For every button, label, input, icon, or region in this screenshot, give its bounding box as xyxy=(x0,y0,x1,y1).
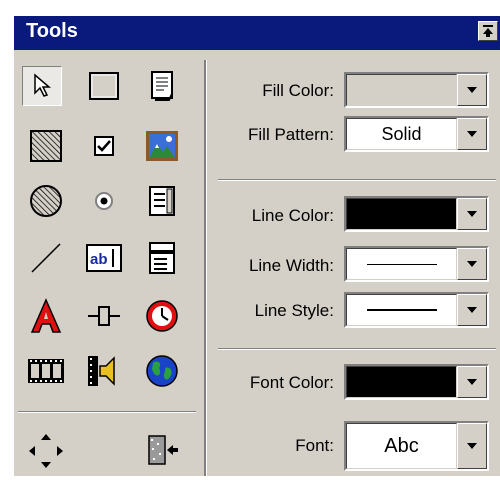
line-width-dropdown[interactable] xyxy=(344,246,489,282)
slider-icon xyxy=(88,306,120,326)
checkbox-icon xyxy=(94,136,114,156)
hatched-rectangle-tool[interactable] xyxy=(26,126,66,166)
tools-divider xyxy=(18,411,196,413)
dropdown-arrow-icon xyxy=(467,443,477,449)
globe-icon xyxy=(146,355,178,387)
checkbox-tool[interactable] xyxy=(84,126,124,166)
font-preview: Abc xyxy=(346,423,457,469)
text-field-icon: ab xyxy=(86,244,122,272)
text-field-tool[interactable]: ab xyxy=(84,238,124,278)
slider-tool[interactable] xyxy=(84,296,124,336)
line-style-dropdown-button[interactable] xyxy=(457,294,487,326)
font-label: Font: xyxy=(295,436,334,455)
dropdown-arrow-icon xyxy=(467,379,477,385)
fill-pattern-label: Fill Pattern: xyxy=(248,125,334,144)
line-font-divider xyxy=(218,348,496,350)
panel-title: Tools xyxy=(26,20,78,42)
pin-button[interactable] xyxy=(478,21,498,41)
line-style-value xyxy=(346,294,457,326)
image-tool[interactable] xyxy=(142,126,182,166)
font-dropdown-button[interactable] xyxy=(457,423,487,469)
line-style-sample xyxy=(366,309,437,311)
arrow-pointer-icon xyxy=(34,73,52,97)
speaker-film-icon xyxy=(88,356,115,386)
fill-color-label: Fill Color: xyxy=(262,81,334,100)
rectangle-tool[interactable] xyxy=(84,66,124,106)
film-tool[interactable] xyxy=(26,351,66,391)
image-icon xyxy=(146,131,178,161)
font-dropdown[interactable]: Abc xyxy=(344,421,489,471)
line-icon xyxy=(31,243,61,273)
fill-color-dropdown-button[interactable] xyxy=(457,74,487,106)
document-icon xyxy=(151,71,173,101)
hatched-circle-tool[interactable] xyxy=(26,181,66,221)
list-box-icon xyxy=(149,186,175,216)
fill-line-divider xyxy=(218,179,496,181)
fill-color-swatch xyxy=(346,74,457,106)
line-width-value xyxy=(346,248,457,280)
line-color-dropdown-button[interactable] xyxy=(457,198,487,230)
text-tool[interactable] xyxy=(26,296,66,336)
fill-pattern-value: Solid xyxy=(346,118,457,150)
combo-box-tool[interactable] xyxy=(142,238,182,278)
dropdown-arrow-icon xyxy=(467,87,477,93)
pointer-tool[interactable] xyxy=(22,66,62,106)
sound-tool[interactable] xyxy=(84,351,124,391)
line-color-swatch xyxy=(346,198,457,230)
font-color-swatch xyxy=(346,366,457,398)
line-color-dropdown[interactable] xyxy=(344,196,489,232)
font-color-label: Font Color: xyxy=(249,373,334,392)
clock-icon xyxy=(146,300,178,332)
radio-button-tool[interactable] xyxy=(84,181,124,221)
pin-icon xyxy=(483,25,493,37)
line-style-dropdown[interactable] xyxy=(344,292,489,328)
svg-text:ab: ab xyxy=(90,251,108,268)
fill-pattern-dropdown[interactable]: Solid xyxy=(344,116,489,152)
font-color-dropdown-button[interactable] xyxy=(457,366,487,398)
move-arrows-tool[interactable] xyxy=(26,431,66,471)
document-tool[interactable] xyxy=(142,66,182,106)
line-color-label: Line Color: xyxy=(251,206,334,225)
font-color-dropdown[interactable] xyxy=(344,364,489,400)
hatched-circle-icon xyxy=(30,185,62,217)
import-document-icon xyxy=(148,435,178,465)
clock-tool[interactable] xyxy=(142,296,182,336)
line-style-label: Line Style: xyxy=(254,301,334,320)
line-width-label: Line Width: xyxy=(248,256,334,275)
fill-pattern-dropdown-button[interactable] xyxy=(457,118,487,150)
hatched-rectangle-icon xyxy=(30,130,62,162)
line-width-dropdown-button[interactable] xyxy=(457,248,487,280)
combo-box-icon xyxy=(149,242,175,274)
fill-color-dropdown[interactable] xyxy=(344,72,489,108)
dropdown-arrow-icon xyxy=(467,131,477,137)
dropdown-arrow-icon xyxy=(467,261,477,267)
line-width-sample xyxy=(366,263,437,265)
radio-button-icon xyxy=(95,192,113,210)
film-strip-icon xyxy=(28,359,64,383)
list-tool[interactable] xyxy=(142,181,182,221)
dropdown-arrow-icon xyxy=(467,307,477,313)
import-tool[interactable] xyxy=(142,431,182,471)
globe-tool[interactable] xyxy=(142,351,182,391)
rectangle-icon xyxy=(89,72,119,100)
title-bar[interactable]: Tools xyxy=(14,16,500,50)
line-tool[interactable] xyxy=(26,238,66,278)
move-arrows-icon xyxy=(29,434,63,468)
dropdown-arrow-icon xyxy=(467,211,477,217)
tools-panel: Tools ab Fill Color: Fill Pattern: Solid… xyxy=(14,16,500,476)
letter-a-icon xyxy=(30,298,62,333)
